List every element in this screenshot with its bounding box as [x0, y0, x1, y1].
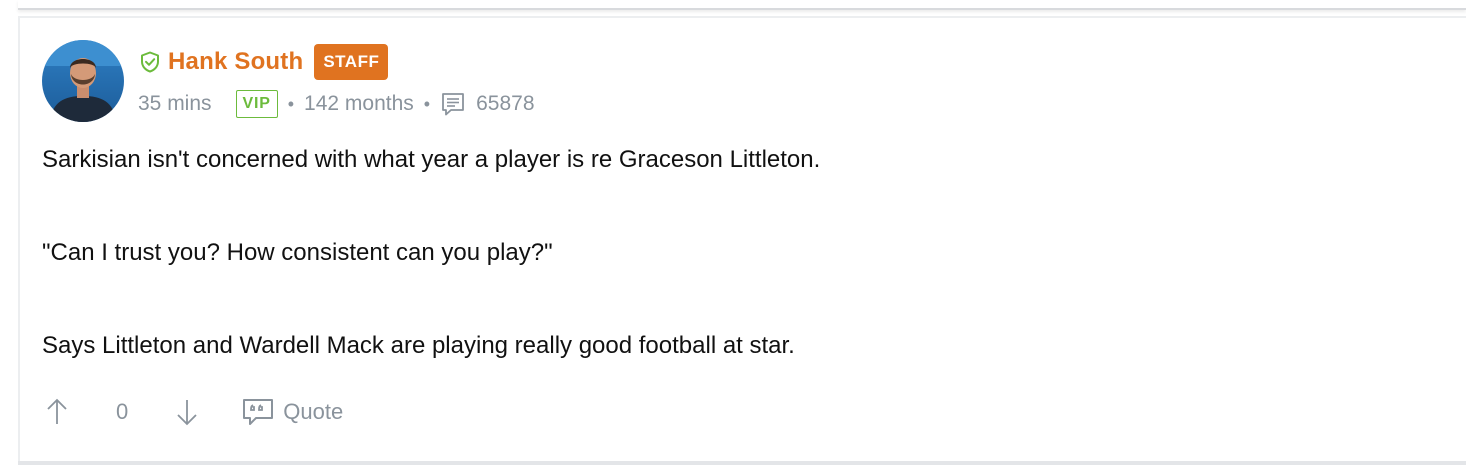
- post-count: 65878: [476, 92, 535, 115]
- post-paragraph: "Can I trust you? How consistent can you…: [42, 239, 553, 266]
- post-time[interactable]: 35 mins: [138, 92, 212, 116]
- post-meta: 35 mins VIP • 142 months • 65878: [138, 88, 535, 120]
- downvote-arrow-icon: [177, 400, 197, 426]
- downvote-button[interactable]: [172, 397, 202, 427]
- post-actions: 0 Quote: [42, 392, 343, 432]
- shield-check-icon: [141, 51, 159, 73]
- member-tenure: 142 months: [304, 92, 414, 115]
- quote-button[interactable]: Quote: [242, 397, 343, 427]
- author-name[interactable]: Hank South: [168, 48, 303, 76]
- meta-separator: •: [287, 93, 295, 114]
- avatar[interactable]: [42, 40, 124, 122]
- vote-count: 0: [116, 399, 129, 424]
- staff-badge: STAFF: [314, 44, 389, 80]
- upvote-button[interactable]: [42, 397, 72, 427]
- previous-post-edge: [18, 0, 1466, 10]
- post-body: Sarkisian isn't concerned with what year…: [42, 142, 1422, 364]
- forum-post: Hank South STAFF 35 mins VIP • 142 month…: [18, 16, 1466, 462]
- upvote-arrow-icon: [47, 398, 67, 424]
- meta-separator: •: [423, 93, 431, 114]
- post-paragraph: Says Littleton and Wardell Mack are play…: [42, 332, 795, 359]
- vip-badge: VIP: [235, 90, 278, 118]
- comment-count-icon: [442, 93, 465, 116]
- post-paragraph: Sarkisian isn't concerned with what year…: [42, 146, 821, 173]
- quote-label: Quote: [283, 399, 344, 424]
- quote-icon: [243, 399, 274, 425]
- author-row: Hank South STAFF: [138, 44, 389, 80]
- post-bottom-border: [18, 461, 1466, 465]
- avatar-photo: [42, 40, 124, 122]
